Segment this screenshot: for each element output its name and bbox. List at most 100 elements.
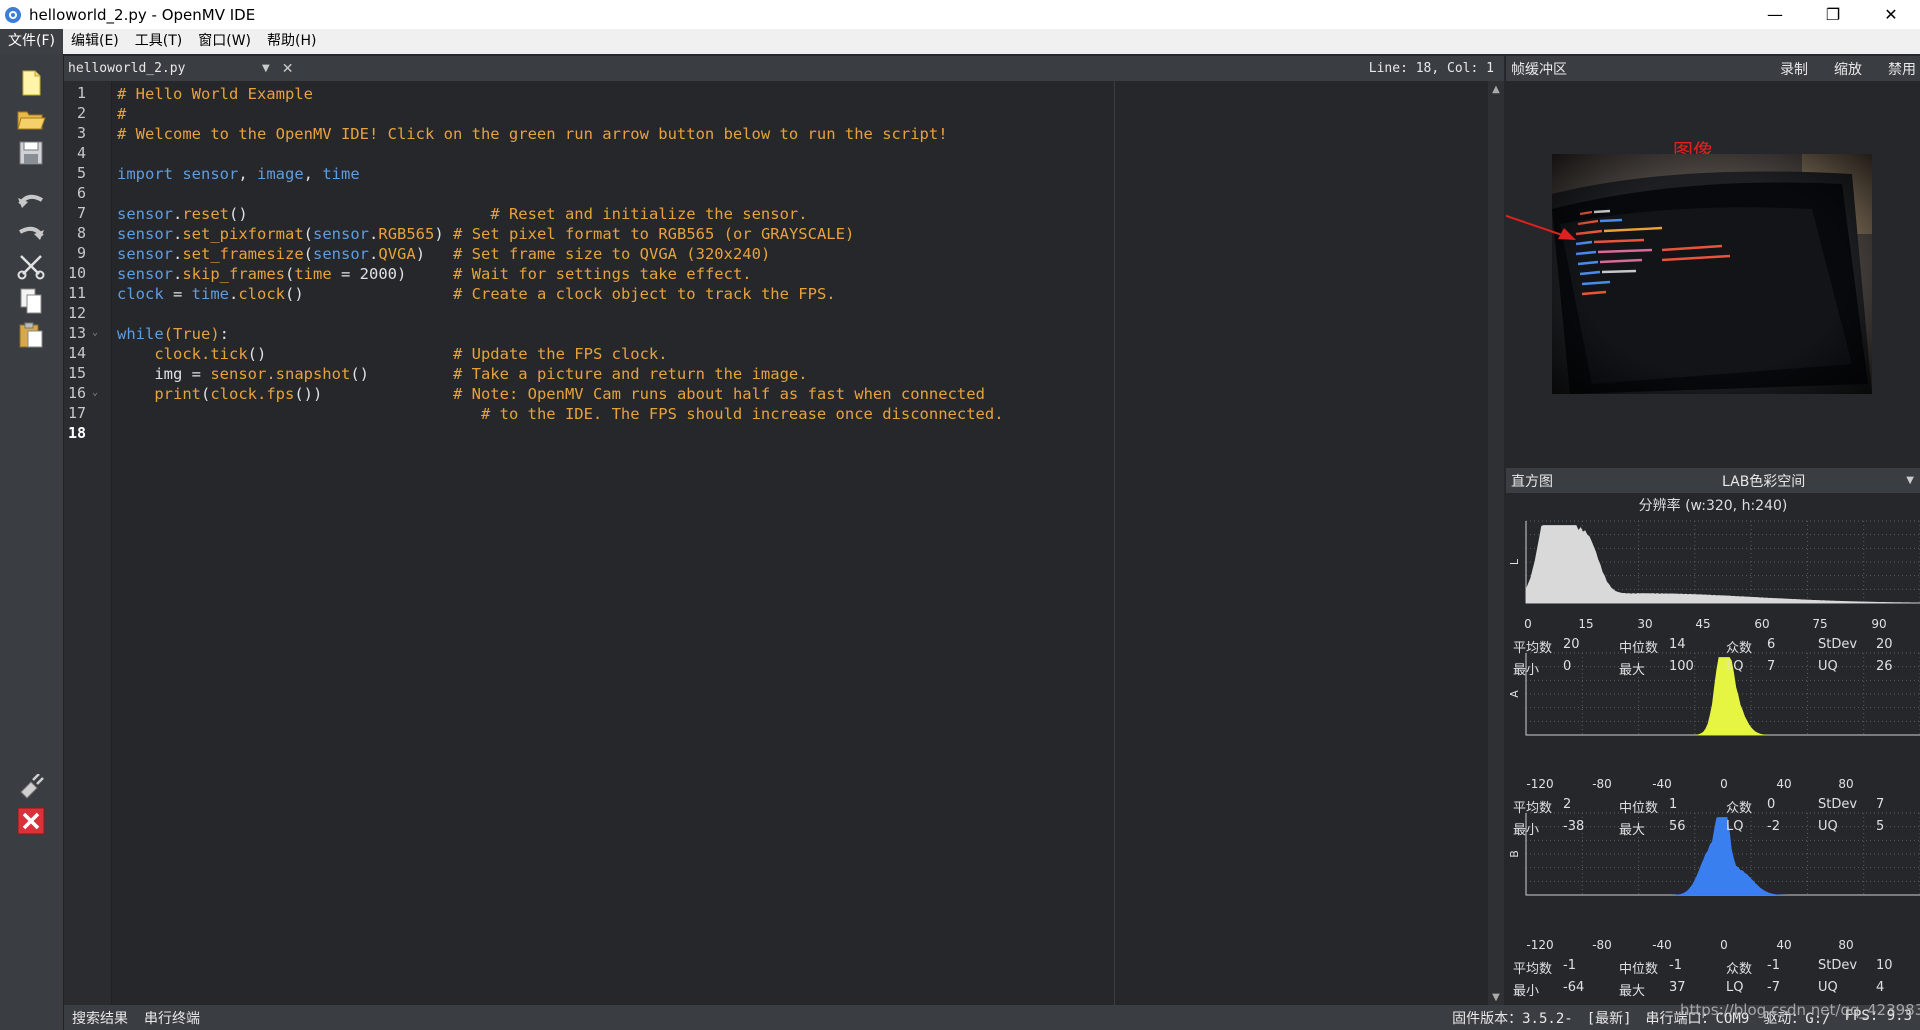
histogram-header: 直方图 LAB色彩空间 ▼: [1506, 468, 1920, 493]
chevron-down-icon[interactable]: ▼: [1906, 475, 1914, 486]
firmware-latest: [最新]: [1586, 1010, 1632, 1027]
histogram-plot: L: [1508, 520, 1920, 604]
tick-label: 0: [1524, 617, 1532, 631]
paste-icon[interactable]: [14, 318, 48, 352]
line-number: 2: [76, 104, 86, 122]
tick-label: 0: [1720, 777, 1728, 791]
histogram-area: [1526, 657, 1920, 735]
stat-value: -38: [1563, 819, 1585, 834]
serial-terminal-tab[interactable]: 串行终端: [144, 1008, 200, 1028]
code-line: # Hello World Example: [117, 85, 313, 103]
stat-label: 最小: [1513, 984, 1540, 999]
line-number: 10: [67, 264, 86, 282]
menu-tools[interactable]: 工具(T): [127, 29, 190, 54]
menu-file[interactable]: 文件(F): [0, 29, 63, 54]
tick-label: 45: [1695, 617, 1711, 631]
line-number: 13: [67, 324, 86, 342]
tick-label: -80: [1592, 777, 1612, 791]
zoom-button[interactable]: 缩放: [1834, 59, 1862, 79]
new-file-icon[interactable]: [14, 66, 48, 100]
tick-label: -120: [1526, 777, 1554, 791]
tick-label: 75: [1812, 617, 1828, 631]
record-button[interactable]: 录制: [1780, 59, 1808, 79]
watermark: https://blog.csdn.net/qq_42398342: [1680, 1001, 1920, 1019]
stat-label: 中位数: [1619, 641, 1659, 656]
stat-label: StDev: [1818, 958, 1858, 973]
line-number: 3: [76, 124, 86, 142]
undo-icon[interactable]: [14, 184, 48, 218]
stat-label: 最大: [1619, 984, 1646, 999]
line-number-gutter: 1 2 3 4 5 6 7 8 9 10 11 12 13 ⌄ 14 15 16…: [64, 81, 112, 1005]
stop-icon[interactable]: [14, 804, 48, 838]
firmware-version[interactable]: 固件版本：3.5.2-: [1452, 1008, 1573, 1028]
stat-label: 平均数: [1513, 801, 1553, 816]
histogram-panel: 分辨率 (w:320, h:240) LAB 0 15 30 45 60 75 …: [1506, 493, 1920, 1005]
status-bar: 搜索结果 串行终端 固件版本：3.5.2- [最新] 串行端口：COM9 驱动：…: [64, 1005, 1920, 1030]
search-results-tab[interactable]: 搜索结果: [72, 1008, 128, 1028]
stat-value: 0: [1767, 797, 1776, 812]
fold-chevron-icon[interactable]: ⌄: [92, 387, 98, 398]
tick-label: 30: [1637, 617, 1653, 631]
editor-tab[interactable]: helloworld_2.py: [68, 61, 258, 76]
title-bar: helloworld_2.py - OpenMV IDE — ❐ ✕: [0, 0, 1920, 29]
open-folder-icon[interactable]: [14, 102, 48, 136]
chevron-down-icon[interactable]: ▼: [262, 63, 270, 74]
line-number: 14: [67, 344, 86, 362]
frame-buffer-view: 图像: [1506, 81, 1920, 467]
stat-value: -1: [1563, 958, 1576, 973]
line-number: 8: [76, 224, 86, 242]
cut-icon[interactable]: [14, 250, 48, 284]
stat-label: UQ: [1818, 819, 1838, 834]
stat-value: -7: [1767, 980, 1780, 995]
line-number: 12: [67, 304, 86, 322]
editor-tab-bar: helloworld_2.py ▼ ✕ Line: 18, Col: 1: [64, 56, 1504, 81]
stat-label: 众数: [1726, 641, 1753, 656]
stat-label: StDev: [1818, 797, 1858, 812]
copy-icon[interactable]: [14, 284, 48, 318]
stat-value: 20: [1876, 637, 1893, 652]
line-number: 4: [76, 144, 86, 162]
line-number: 1: [76, 84, 86, 102]
stat-label: 中位数: [1619, 962, 1659, 977]
code-editor[interactable]: # Hello World Example # # Welcome to the…: [113, 81, 1488, 1005]
color-space-select[interactable]: LAB色彩空间: [1722, 471, 1805, 491]
scroll-up-icon[interactable]: ▲: [1488, 81, 1504, 97]
frame-buffer-title: 帧缓冲区: [1511, 61, 1567, 78]
connect-icon[interactable]: [14, 770, 48, 804]
restore-button[interactable]: ❐: [1804, 0, 1862, 29]
line-number: 16: [67, 384, 86, 402]
code-line: sensor.set_framesize(sensor.QVGA) # Set …: [117, 245, 771, 263]
scroll-down-icon[interactable]: ▼: [1488, 989, 1504, 1005]
stat-label: 中位数: [1619, 801, 1659, 816]
save-icon[interactable]: [14, 136, 48, 170]
stat-value: -2: [1767, 819, 1780, 834]
stat-label: 最大: [1619, 663, 1646, 678]
stat-label: StDev: [1818, 637, 1858, 652]
tick-label: 80: [1838, 777, 1854, 791]
tick-label: 60: [1754, 617, 1770, 631]
menu-help[interactable]: 帮助(H): [259, 29, 324, 54]
editor-scrollbar[interactable]: ▲ ▼: [1488, 81, 1504, 1005]
cursor-position: Line: 18, Col: 1: [1368, 61, 1494, 76]
tick-label: -80: [1592, 938, 1612, 952]
stat-label: 平均数: [1513, 962, 1553, 977]
close-button[interactable]: ✕: [1862, 0, 1920, 29]
close-tab-icon[interactable]: ✕: [282, 61, 294, 77]
histogram-title: 直方图: [1511, 473, 1553, 490]
stat-value: -1: [1767, 958, 1780, 973]
fold-chevron-icon[interactable]: ⌄: [92, 327, 98, 338]
stat-value: -1: [1669, 958, 1682, 973]
redo-icon[interactable]: [14, 216, 48, 250]
tick-label: 0: [1720, 938, 1728, 952]
line-number: 15: [67, 364, 86, 382]
stat-value: 56: [1669, 819, 1686, 834]
menu-bar: 文件(F) 编辑(E) 工具(T) 窗口(W) 帮助(H): [0, 29, 1920, 54]
menu-window[interactable]: 窗口(W): [190, 29, 259, 54]
minimize-button[interactable]: —: [1746, 0, 1804, 29]
editor-margin-line: [1114, 81, 1115, 1005]
menu-edit[interactable]: 编辑(E): [63, 29, 127, 54]
line-number: 11: [67, 284, 86, 302]
stat-value: 26: [1876, 659, 1893, 674]
disable-button[interactable]: 禁用: [1888, 59, 1916, 79]
histogram-area: [1526, 817, 1920, 895]
